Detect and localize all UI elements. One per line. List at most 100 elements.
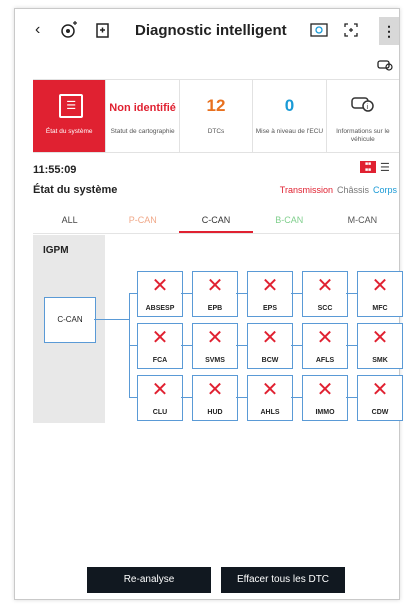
list-view-icon[interactable]: ☰ xyxy=(380,161,390,174)
error-x-icon: ✕ xyxy=(261,327,279,349)
error-x-icon: ✕ xyxy=(371,327,389,349)
error-x-icon: ✕ xyxy=(316,327,334,349)
tab-c-can[interactable]: C-CAN xyxy=(179,207,253,233)
tile-label: Mise à niveau de l'ECU xyxy=(255,128,324,135)
ecu-connector xyxy=(181,397,192,398)
page-title: Diagnostic intelligent xyxy=(135,22,287,39)
tile-vehicle-info[interactable]: i Informations sur le véhicule xyxy=(327,80,399,152)
ecu-node[interactable]: ✕ BCW xyxy=(247,323,293,369)
ecu-connector xyxy=(346,397,357,398)
app-frame: ‹ Diagnostic intelligent ⋮ ☰ État du sys… xyxy=(14,8,403,600)
brand-badge-icon: ■■ ■■ xyxy=(360,161,376,173)
ecu-node[interactable]: ✕ SMK xyxy=(357,323,403,369)
ecu-connector xyxy=(236,345,247,346)
module-label: IGPM xyxy=(43,245,69,256)
error-x-icon: ✕ xyxy=(206,379,224,401)
reanalyse-button[interactable]: Re-analyse xyxy=(87,567,211,593)
ecu-node[interactable]: ✕ SCC xyxy=(302,271,348,317)
ecu-node[interactable]: ✕ SVMS xyxy=(192,323,238,369)
ecu-node[interactable]: ✕ EPS xyxy=(247,271,293,317)
ecu-node[interactable]: ✕ EPB xyxy=(192,271,238,317)
ecu-label: IMMO xyxy=(315,409,335,416)
error-x-icon: ✕ xyxy=(151,275,169,297)
error-x-icon: ✕ xyxy=(371,275,389,297)
error-x-icon: ✕ xyxy=(206,275,224,297)
error-x-icon: ✕ xyxy=(371,379,389,401)
filter-corps[interactable]: Corps xyxy=(373,185,397,195)
tile-value: Non identifié xyxy=(109,102,176,114)
tab-p-can[interactable]: P-CAN xyxy=(106,207,179,233)
error-x-icon: ✕ xyxy=(261,379,279,401)
vehicle-icon[interactable] xyxy=(377,57,393,74)
can-tabs: ALL P-CAN C-CAN B-CAN M-CAN xyxy=(33,207,399,234)
bus-node[interactable]: C-CAN xyxy=(44,297,96,343)
vci-connection-icon[interactable] xyxy=(59,19,79,41)
chevron-left-icon[interactable]: ‹ xyxy=(35,19,40,41)
ecu-label: SCC xyxy=(317,305,333,312)
error-x-icon: ✕ xyxy=(261,275,279,297)
ecu-label: CLU xyxy=(152,409,168,416)
section-title: État du système xyxy=(33,184,118,196)
error-x-icon: ✕ xyxy=(206,327,224,349)
tab-b-can[interactable]: B-CAN xyxy=(253,207,326,233)
ecu-label: EPB xyxy=(207,305,223,312)
ecu-node[interactable]: ✕ CLU xyxy=(137,375,183,421)
tile-label: DTCs xyxy=(207,128,225,135)
tile-ecu-upgrade[interactable]: 0 Mise à niveau de l'ECU xyxy=(253,80,327,152)
ecu-label: AFLS xyxy=(315,357,335,364)
ecu-connector xyxy=(346,293,357,294)
ecu-label: AHLS xyxy=(260,409,280,416)
network-diagram: IGPM C-CAN ✕ ABSESP ✕ EPB ✕ EPS ✕ SCC ✕ MFC ✕ FCA ✕ S… xyxy=(33,235,403,423)
ecu-connector xyxy=(236,397,247,398)
igpm-panel: IGPM C-CAN xyxy=(33,235,105,423)
report-icon[interactable] xyxy=(95,19,111,41)
tile-mapping-status[interactable]: Non identifié Statut de cartographie xyxy=(106,80,180,152)
fullscreen-icon[interactable] xyxy=(343,19,359,41)
ecu-label: HUD xyxy=(207,409,223,416)
system-filters: Transmission Châssis Corps xyxy=(276,185,397,195)
error-x-icon: ✕ xyxy=(151,379,169,401)
status-tiles: ☰ État du système Non identifié Statut d… xyxy=(33,79,399,153)
filter-transmission[interactable]: Transmission xyxy=(280,185,333,195)
more-menu-button[interactable]: ⋮ xyxy=(379,17,399,45)
ecu-label: FCA xyxy=(152,357,168,364)
ecu-label: SMK xyxy=(372,357,388,364)
ecu-node[interactable]: ✕ CDW xyxy=(357,375,403,421)
ecu-label: ABSESP xyxy=(145,305,175,312)
ecu-connector xyxy=(346,345,357,346)
ecu-node[interactable]: ✕ HUD xyxy=(192,375,238,421)
clear-dtc-button[interactable]: Effacer tous les DTC xyxy=(221,567,345,593)
tab-m-can[interactable]: M-CAN xyxy=(326,207,399,233)
tile-dtcs[interactable]: 12 DTCs xyxy=(180,80,254,152)
filter-chassis[interactable]: Châssis xyxy=(337,185,369,195)
error-x-icon: ✕ xyxy=(151,327,169,349)
ecu-label: CDW xyxy=(371,409,389,416)
header: ‹ Diagnostic intelligent ⋮ xyxy=(15,9,399,53)
tile-label: Statut de cartographie xyxy=(110,128,175,135)
car-info-icon: i xyxy=(351,92,375,114)
checklist-icon: ☰ xyxy=(59,94,84,118)
error-x-icon: ✕ xyxy=(316,379,334,401)
ecu-connector xyxy=(181,293,192,294)
dtc-scan-icon[interactable] xyxy=(310,19,330,41)
ecu-node[interactable]: ✕ AHLS xyxy=(247,375,293,421)
row-connector xyxy=(129,293,137,294)
ecu-node[interactable]: ✕ MFC xyxy=(357,271,403,317)
error-x-icon: ✕ xyxy=(316,275,334,297)
row-connector xyxy=(129,345,137,346)
row-connector xyxy=(129,397,137,398)
tile-label: Informations sur le véhicule xyxy=(336,128,390,143)
ecu-label: EPS xyxy=(262,305,277,312)
ecu-connector xyxy=(291,345,302,346)
tab-all[interactable]: ALL xyxy=(33,207,106,233)
timestamp: 11:55:09 xyxy=(33,164,77,176)
ecu-node[interactable]: ✕ IMMO xyxy=(302,375,348,421)
ecu-connector xyxy=(291,397,302,398)
tile-system-status[interactable]: ☰ État du système xyxy=(33,80,107,152)
ecu-node[interactable]: ✕ FCA xyxy=(137,323,183,369)
tile-value: 12 xyxy=(206,96,226,115)
ecu-node[interactable]: ✕ AFLS xyxy=(302,323,348,369)
ecu-label: MFC xyxy=(372,305,388,312)
ecu-node[interactable]: ✕ ABSESP xyxy=(137,271,183,317)
tile-value: 0 xyxy=(284,96,295,115)
